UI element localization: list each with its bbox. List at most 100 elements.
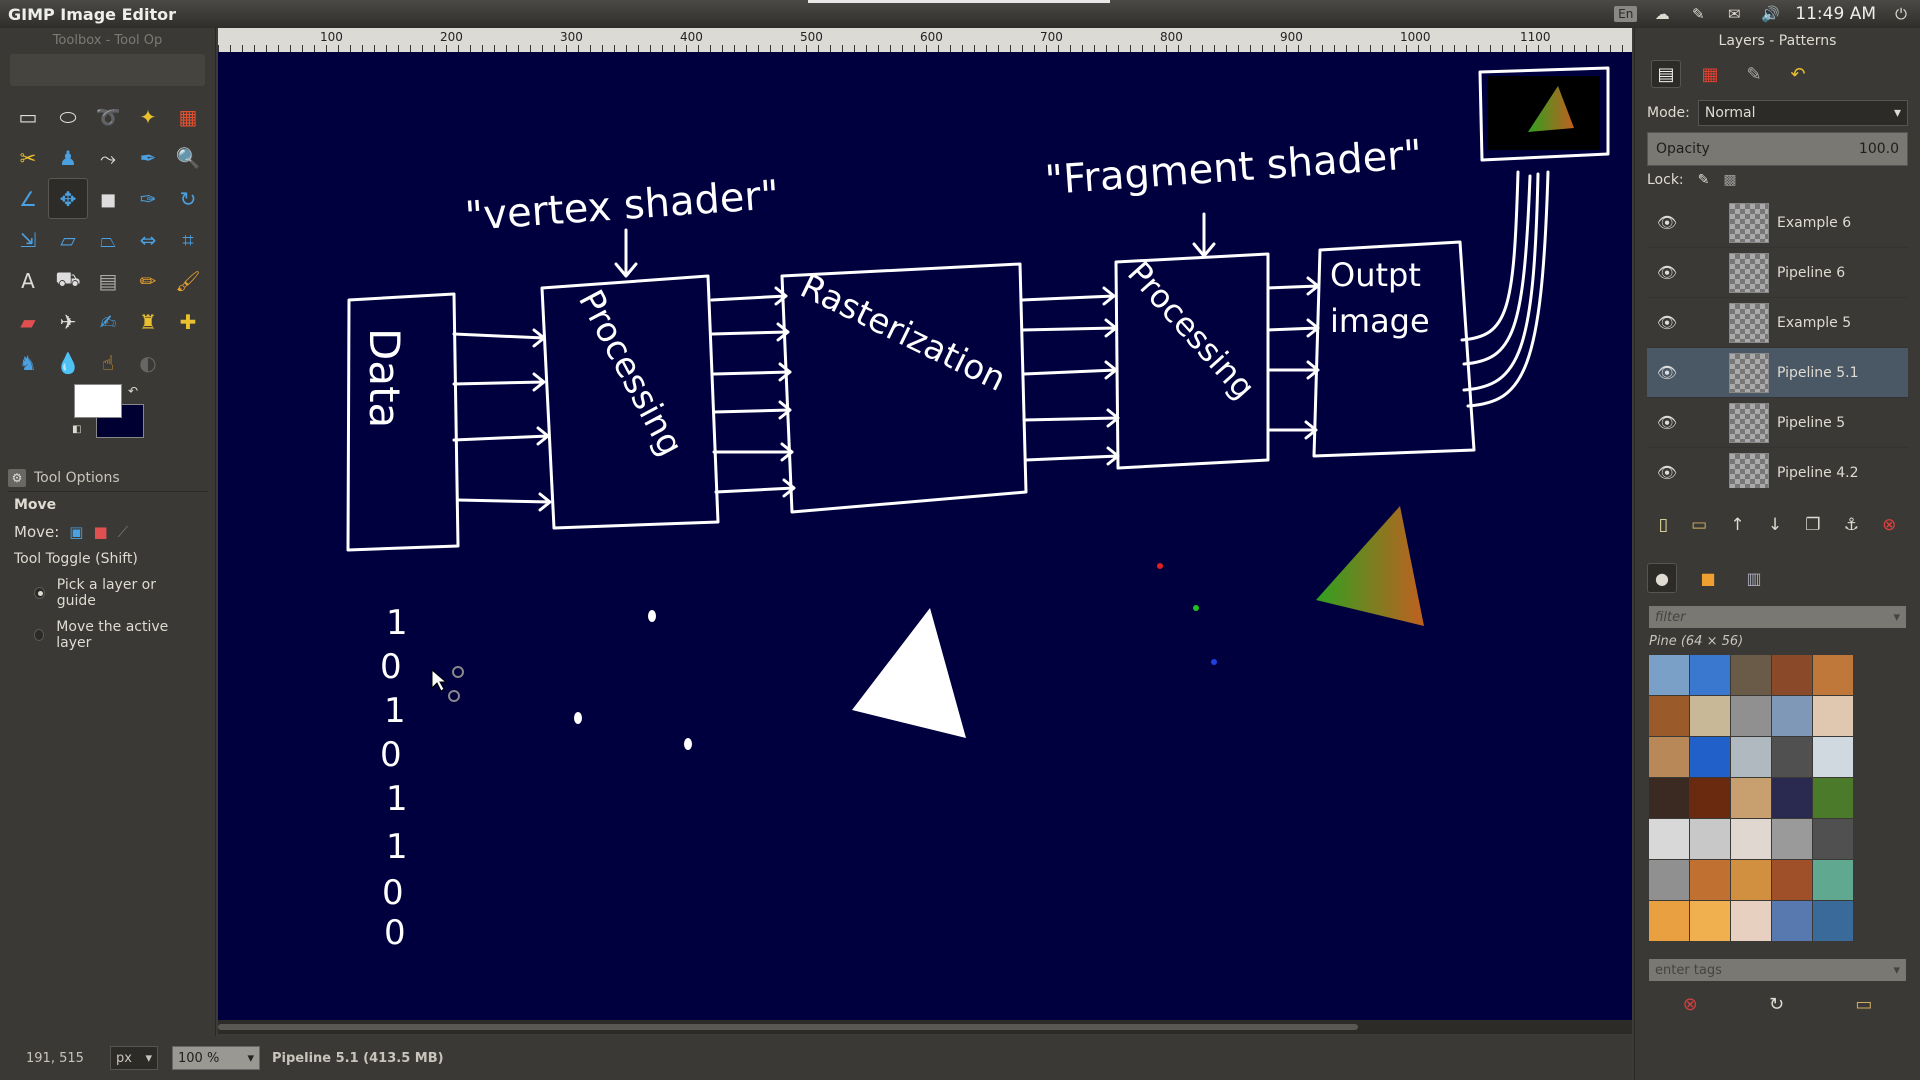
pattern-swatch[interactable] (1690, 778, 1730, 818)
pattern-swatch[interactable] (1813, 860, 1853, 900)
foreground-select-icon[interactable]: ♟ (48, 137, 88, 178)
pattern-swatch[interactable] (1813, 655, 1853, 695)
shear-icon[interactable]: ▱ (48, 219, 88, 260)
pattern-swatch[interactable] (1690, 901, 1730, 941)
pattern-swatch[interactable] (1690, 819, 1730, 859)
tab-gradients[interactable]: ▥ (1739, 563, 1769, 593)
pattern-swatch[interactable] (1772, 901, 1812, 941)
tab-layers[interactable]: ▤ (1651, 60, 1681, 88)
unit-selector[interactable]: px ▾ (110, 1046, 158, 1070)
pattern-swatch[interactable] (1772, 778, 1812, 818)
visibility-eye-icon[interactable]: 👁 (1647, 363, 1687, 382)
move-tool-icon[interactable]: ✥ (48, 178, 88, 219)
pattern-swatch[interactable] (1731, 737, 1771, 777)
pattern-swatch[interactable] (1772, 696, 1812, 736)
pattern-swatch[interactable] (1731, 819, 1771, 859)
pattern-swatch[interactable] (1731, 655, 1771, 695)
scissors-icon[interactable]: ✂ (8, 137, 48, 178)
crop-icon[interactable]: ✑ (128, 178, 168, 219)
move-selection-icon[interactable]: ■ (93, 523, 107, 541)
tab-channels[interactable]: ▦ (1695, 60, 1725, 88)
layer-row-selected[interactable]: 👁 Pipeline 5.1 (1647, 348, 1908, 398)
pattern-swatch[interactable] (1772, 655, 1812, 695)
fuzzy-select-icon[interactable]: ✦ (128, 96, 168, 137)
opacity-slider[interactable]: Opacity 100.0 (1647, 132, 1908, 166)
mode-dropdown[interactable]: Normal ▾ (1697, 100, 1908, 126)
pattern-swatch[interactable] (1813, 737, 1853, 777)
refresh-patterns-icon[interactable]: ↻ (1769, 994, 1784, 1015)
ink-icon[interactable]: ✍ (88, 301, 128, 342)
scale-icon[interactable]: ⇲ (8, 219, 48, 260)
visibility-eye-icon[interactable]: 👁 (1647, 463, 1687, 482)
open-pattern-folder-icon[interactable]: ▭ (1855, 994, 1872, 1015)
horizontal-scrollbar[interactable] (218, 1020, 1632, 1034)
visibility-eye-icon[interactable]: 👁 (1647, 263, 1687, 282)
delete-pattern-icon[interactable]: ⊗ (1683, 994, 1698, 1015)
tags-input[interactable]: enter tags ▾ (1649, 959, 1906, 981)
flip-icon[interactable]: ⇔ (128, 219, 168, 260)
eraser-icon[interactable]: ▰ (8, 301, 48, 342)
select-by-color-icon[interactable]: ▦ (168, 96, 208, 137)
pattern-swatch[interactable] (1772, 737, 1812, 777)
blend-icon[interactable]: ▤ (88, 260, 128, 301)
pattern-swatch[interactable] (1813, 901, 1853, 941)
blur-icon[interactable]: 💧 (48, 342, 88, 383)
paths-icon[interactable]: ⤳ (88, 137, 128, 178)
chat-icon[interactable]: ✎ (1687, 5, 1709, 23)
visibility-eye-icon[interactable]: 👁 (1647, 313, 1687, 332)
pattern-swatch[interactable] (1813, 778, 1853, 818)
reset-colors-icon[interactable]: ◧ (72, 424, 81, 435)
raise-layer-icon[interactable]: ↑ (1730, 515, 1744, 535)
rotate-icon[interactable]: ↻ (168, 178, 208, 219)
pattern-swatch[interactable] (1690, 655, 1730, 695)
pattern-swatch[interactable] (1813, 696, 1853, 736)
swap-colors-icon[interactable]: ↶ (128, 384, 138, 398)
anchor-layer-icon[interactable]: ⚓ (1844, 515, 1859, 535)
pattern-swatch[interactable] (1690, 696, 1730, 736)
new-layer-icon[interactable]: ▯ (1659, 515, 1668, 535)
tab-brushes[interactable]: ● (1647, 563, 1677, 593)
clock[interactable]: 11:49 AM (1795, 4, 1876, 24)
paintbrush-icon[interactable]: 🖌 (168, 260, 208, 301)
bucket-fill-icon[interactable]: ⛟ (48, 260, 88, 301)
ellipse-select-icon[interactable]: ⬭ (48, 96, 88, 137)
text-icon[interactable]: A (8, 260, 48, 301)
radio-move-active[interactable]: Move the active layer (0, 614, 216, 656)
zoom-selector[interactable]: 100 % ▾ (172, 1046, 260, 1070)
layer-row[interactable]: 👁 Example 6 (1647, 198, 1908, 248)
pattern-swatch[interactable] (1649, 901, 1689, 941)
pattern-grid[interactable] (1649, 655, 1855, 953)
image-canvas[interactable]: "vertex shader" "Fragment shader" Data P… (218, 52, 1632, 1020)
horizontal-ruler[interactable]: 100 200 300 400 500 600 700 800 900 1000… (218, 28, 1632, 52)
visibility-eye-icon[interactable]: 👁 (1647, 413, 1687, 432)
color-swatches[interactable]: ↶ ◧ (72, 384, 144, 439)
pencil-icon[interactable]: ✏ (128, 260, 168, 301)
pattern-filter-input[interactable]: filter ▾ (1649, 606, 1906, 628)
pattern-swatch[interactable] (1731, 860, 1771, 900)
pattern-swatch[interactable] (1772, 819, 1812, 859)
delete-layer-icon[interactable]: ⊗ (1882, 515, 1896, 535)
measure-icon[interactable]: ∠ (8, 178, 48, 219)
pattern-swatch[interactable] (1649, 860, 1689, 900)
radio-dot[interactable] (34, 629, 45, 641)
lock-pixels-icon[interactable]: ✎ (1698, 172, 1710, 188)
pattern-swatch[interactable] (1731, 901, 1771, 941)
rect-select-icon[interactable]: ▭ (8, 96, 48, 137)
perspective-icon[interactable]: ⏢ (88, 219, 128, 260)
pattern-swatch[interactable] (1649, 778, 1689, 818)
volume-icon[interactable]: 🔊 (1759, 5, 1781, 23)
heal-icon[interactable]: ✚ (168, 301, 208, 342)
pattern-swatch[interactable] (1690, 860, 1730, 900)
color-picker-icon[interactable]: ✒ (128, 137, 168, 178)
zoom-icon[interactable]: 🔍 (168, 137, 208, 178)
airbrush-icon[interactable]: ✈ (48, 301, 88, 342)
radio-dot-checked[interactable] (34, 587, 45, 599)
cage-icon[interactable]: ⌗ (168, 219, 208, 260)
pattern-swatch[interactable] (1772, 860, 1812, 900)
lower-layer-icon[interactable]: ↓ (1768, 515, 1782, 535)
smudge-icon[interactable]: ☝ (88, 342, 128, 383)
foreground-color-swatch[interactable] (74, 384, 122, 418)
pattern-swatch[interactable] (1649, 696, 1689, 736)
pattern-swatch[interactable] (1690, 737, 1730, 777)
layer-row[interactable]: 👁 Pipeline 4.2 (1647, 448, 1908, 488)
